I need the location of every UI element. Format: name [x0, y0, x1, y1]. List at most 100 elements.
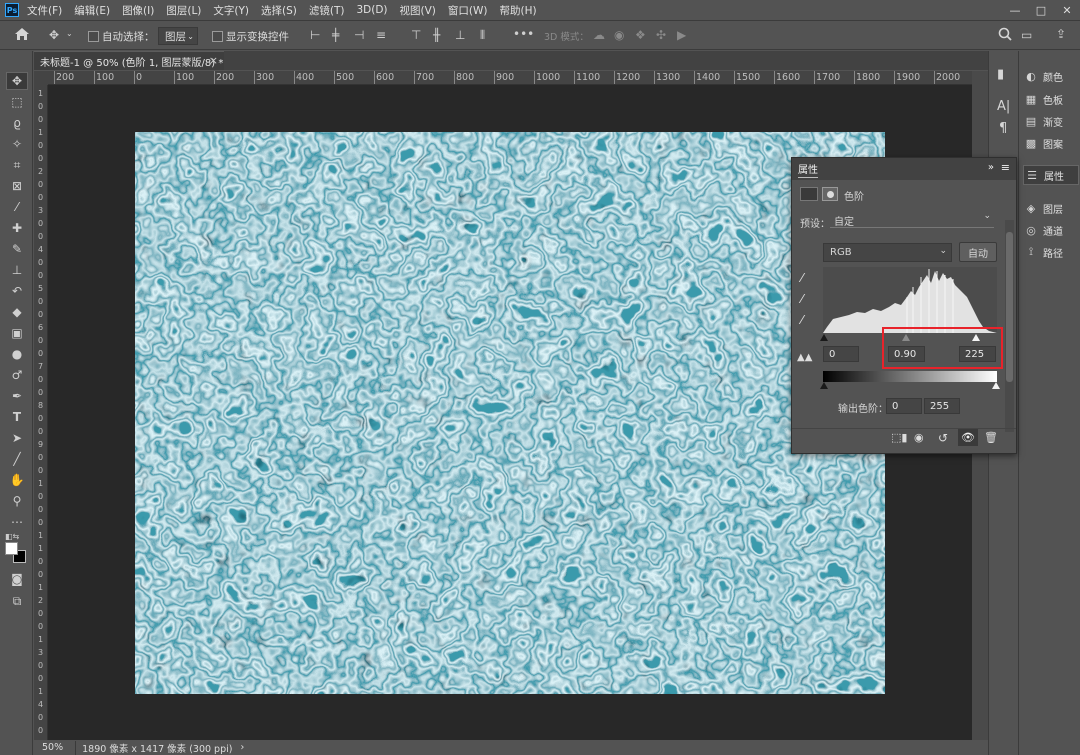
- panel-properties[interactable]: ☰ 属性: [1023, 165, 1079, 185]
- visibility-eye-icon[interactable]: 👁: [958, 429, 978, 446]
- brush-tool-icon[interactable]: ✎: [6, 240, 28, 258]
- menu-edit[interactable]: 编辑(E): [74, 3, 110, 18]
- home-icon[interactable]: [14, 27, 30, 41]
- menu-select[interactable]: 选择(S): [261, 3, 297, 18]
- collapse-panel-icon[interactable]: »: [988, 162, 994, 173]
- document-tab[interactable]: 未标题-1 @ 50% (色阶 1, 图层蒙版/8) * ×: [34, 51, 224, 70]
- align-right-icon[interactable]: ⊣: [354, 28, 364, 42]
- layer-mask-icon[interactable]: [822, 187, 838, 201]
- lasso-tool-icon[interactable]: ϱ: [6, 114, 28, 132]
- frame-tool-icon[interactable]: ⊠: [6, 177, 28, 195]
- 3d-camera-icon[interactable]: ▶: [677, 28, 686, 42]
- menu-3d[interactable]: 3D(D): [356, 4, 387, 16]
- scrollbar-thumb[interactable]: [1006, 232, 1013, 382]
- magic-wand-icon[interactable]: ✧: [6, 135, 28, 153]
- history-icon[interactable]: ▮: [997, 67, 1004, 82]
- pen-tool-icon[interactable]: ✒: [6, 387, 28, 405]
- align-left-icon[interactable]: ⊢: [310, 28, 320, 42]
- black-point-eyedropper-icon[interactable]: ⁄: [801, 271, 803, 285]
- history-brush-icon[interactable]: ↶: [6, 282, 28, 300]
- hand-tool-icon[interactable]: ✋: [6, 471, 28, 489]
- zoom-tool-icon[interactable]: ⚲: [6, 492, 28, 510]
- output-black-field[interactable]: 0: [886, 398, 922, 414]
- align-top-icon[interactable]: ⊤: [411, 28, 421, 42]
- panel-swatches[interactable]: ▦ 色板: [1023, 89, 1079, 109]
- crop-tool-icon[interactable]: ⌗: [6, 156, 28, 174]
- panel-menu-icon[interactable]: ≡: [1001, 161, 1010, 174]
- menu-file[interactable]: 文件(F): [27, 3, 62, 18]
- eraser-tool-icon[interactable]: ◆: [6, 303, 28, 321]
- show-transform-checkbox[interactable]: [212, 31, 223, 42]
- type-tool-icon[interactable]: T: [6, 408, 28, 426]
- menu-window[interactable]: 窗口(W): [448, 3, 488, 18]
- input-black-field[interactable]: 0: [823, 346, 859, 362]
- gradient-tool-icon[interactable]: ▣: [6, 324, 28, 342]
- menu-help[interactable]: 帮助(H): [500, 3, 537, 18]
- 3d-orbit-icon[interactable]: ☁: [593, 28, 605, 42]
- auto-button[interactable]: 自动: [959, 242, 997, 262]
- menu-image[interactable]: 图像(I): [122, 3, 154, 18]
- quick-mask-icon[interactable]: ◙: [6, 570, 28, 588]
- close-window-button[interactable]: ✕: [1054, 0, 1080, 20]
- 3d-slide-icon[interactable]: ✣: [656, 28, 666, 42]
- menu-layer[interactable]: 图层(L): [166, 3, 201, 18]
- zoom-level[interactable]: 50%: [42, 742, 63, 753]
- screen-mode-icon[interactable]: ⧉: [6, 592, 28, 610]
- input-black-slider[interactable]: [820, 334, 828, 341]
- chevron-down-icon[interactable]: ⌄: [66, 29, 73, 38]
- clip-to-layer-icon[interactable]: ⬚▮: [891, 431, 907, 444]
- path-select-icon[interactable]: ➤: [6, 429, 28, 447]
- panel-scrollbar[interactable]: [1005, 220, 1014, 432]
- view-previous-icon[interactable]: ◉: [914, 431, 924, 444]
- menu-filter[interactable]: 滤镜(T): [309, 3, 345, 18]
- move-tool-icon[interactable]: ✥: [6, 72, 28, 90]
- output-white-field[interactable]: 255: [924, 398, 960, 414]
- align-middle-icon[interactable]: ╫: [433, 28, 440, 42]
- menu-type[interactable]: 文字(Y): [213, 3, 249, 18]
- share-icon[interactable]: ⇪: [1056, 27, 1066, 41]
- blur-tool-icon[interactable]: ●: [6, 345, 28, 363]
- panel-patterns[interactable]: ▩ 图案: [1023, 133, 1079, 153]
- preset-dropdown[interactable]: 自定 ⌄: [830, 211, 994, 228]
- panel-color[interactable]: ◐ 颜色: [1023, 66, 1079, 86]
- auto-select-checkbox[interactable]: [88, 31, 99, 42]
- align-center-icon[interactable]: ╪: [332, 28, 339, 42]
- align-bottom-icon[interactable]: ⊥: [455, 28, 465, 42]
- stamp-tool-icon[interactable]: ⊥: [6, 261, 28, 279]
- status-arrow-icon[interactable]: ›: [240, 742, 244, 753]
- output-black-slider[interactable]: [820, 382, 828, 389]
- maximize-button[interactable]: □: [1028, 0, 1054, 20]
- search-icon[interactable]: [998, 27, 1012, 41]
- more-icon[interactable]: •••: [513, 27, 534, 41]
- eyedropper-tool-icon[interactable]: ⁄: [6, 198, 28, 216]
- paragraph-icon[interactable]: ¶: [999, 121, 1007, 136]
- panel-layers[interactable]: ◈ 图层: [1023, 198, 1079, 218]
- panel-paths[interactable]: ⟟ 路径: [1023, 242, 1079, 262]
- channel-dropdown[interactable]: RGB ⌄: [823, 243, 952, 262]
- 3d-roll-icon[interactable]: ◉: [614, 28, 624, 42]
- move-tool-icon[interactable]: ✥: [49, 28, 59, 42]
- dodge-tool-icon[interactable]: ♂: [6, 366, 28, 384]
- gray-point-eyedropper-icon[interactable]: ⁄: [801, 292, 803, 306]
- menu-view[interactable]: 视图(V): [400, 3, 436, 18]
- close-icon[interactable]: ×: [209, 54, 218, 67]
- panel-channels[interactable]: ◎ 通道: [1023, 220, 1079, 240]
- default-colors-icon[interactable]: ◧⇆: [5, 532, 19, 541]
- trash-icon[interactable]: 🗑: [984, 431, 998, 444]
- line-tool-icon[interactable]: ╱: [6, 450, 28, 468]
- output-white-slider[interactable]: [992, 382, 1000, 389]
- panel-gradients[interactable]: ▤ 渐变: [1023, 111, 1079, 131]
- character-icon[interactable]: A|: [997, 99, 1010, 114]
- distribute-icon[interactable]: ≡: [376, 28, 386, 42]
- distribute-v-icon[interactable]: ⫴: [480, 28, 485, 43]
- white-point-eyedropper-icon[interactable]: ⁄: [801, 313, 803, 327]
- clipping-warning-icon[interactable]: ▲▲: [797, 352, 812, 363]
- minimize-button[interactable]: —: [1002, 0, 1028, 20]
- workspace-icon[interactable]: ▭: [1021, 28, 1032, 42]
- foreground-color-swatch[interactable]: [5, 542, 18, 555]
- auto-select-dropdown[interactable]: 图层 ⌄: [158, 27, 198, 45]
- 3d-drag-icon[interactable]: ❖: [635, 28, 646, 42]
- more-tools-icon[interactable]: ⋯: [6, 513, 28, 531]
- healing-brush-icon[interactable]: ✚: [6, 219, 28, 237]
- reset-icon[interactable]: ↺: [938, 431, 948, 445]
